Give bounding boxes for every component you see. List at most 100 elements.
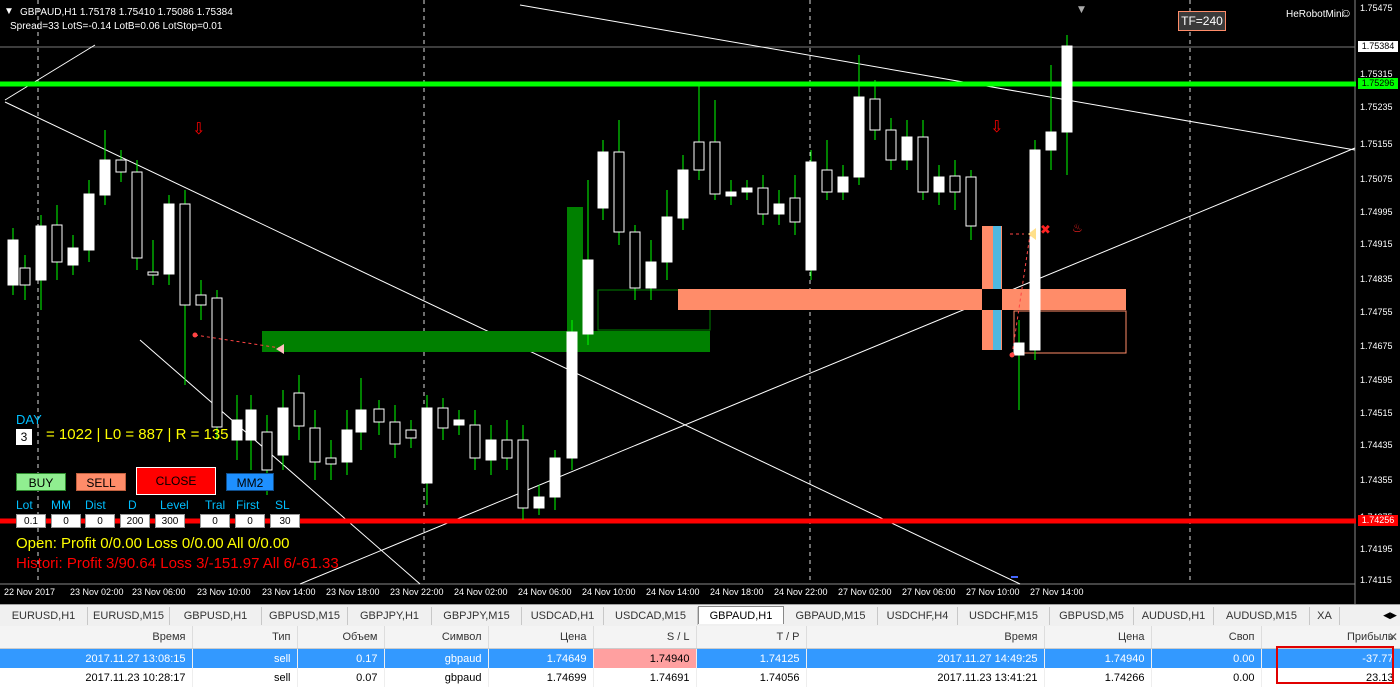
profit-highlight-box xyxy=(1276,646,1394,684)
param-label-first: First xyxy=(236,498,260,512)
column-header[interactable]: Цена xyxy=(488,626,594,649)
tab-usdchf-h4[interactable]: USDCHF,H4 xyxy=(878,607,958,625)
red-level-tag: 1.74256 xyxy=(1358,515,1398,526)
price-label: 1.74915 xyxy=(1360,239,1393,249)
param-input-dist[interactable]: 0 xyxy=(85,514,115,528)
close-x-icon: ✖ xyxy=(1040,223,1051,238)
time-label: 23 Nov 18:00 xyxy=(326,587,380,597)
tab-gbpjpy-h1[interactable]: GBPJPY,H1 xyxy=(348,607,432,625)
param-input-lot[interactable]: 0.1 xyxy=(16,514,46,528)
blue-marker xyxy=(993,226,1001,350)
current-price-tag: 1.75384 xyxy=(1358,41,1398,52)
param-label-sl: SL xyxy=(275,498,290,512)
tab-eurusd-m15[interactable]: EURUSD,M15 xyxy=(88,607,170,625)
tab-scroll-arrows-icon[interactable]: ◀▶ xyxy=(1380,606,1400,624)
tab-audusd-h1[interactable]: AUDUSD,H1 xyxy=(1134,607,1214,625)
price-label: 1.74595 xyxy=(1360,375,1393,385)
candle-body xyxy=(7,239,19,286)
param-input-first[interactable]: 0 xyxy=(235,514,265,528)
candle-body xyxy=(1061,45,1073,133)
tab-gbpaud-m15[interactable]: GBPAUD,M15 xyxy=(784,607,878,625)
candle-body xyxy=(965,176,977,227)
menu-arrow-icon[interactable]: ▼ xyxy=(4,6,14,17)
candle-body xyxy=(566,331,578,459)
column-header[interactable]: Цена xyxy=(1044,626,1152,649)
table-row[interactable]: 2017.11.27 13:08:15 sell 0.17 gbpaud 1.74649… xyxy=(0,648,1400,668)
column-header[interactable]: S / L xyxy=(593,626,697,649)
param-input-level[interactable]: 300 xyxy=(155,514,185,528)
price-label: 1.75475 xyxy=(1360,3,1393,13)
day-value-box[interactable]: 3 xyxy=(16,429,32,445)
time-label: 27 Nov 10:00 xyxy=(966,587,1020,597)
table-cell: sell xyxy=(192,648,298,668)
param-label-dist: Dist xyxy=(85,498,106,512)
candle-body xyxy=(885,129,897,161)
candle-body xyxy=(741,187,753,193)
column-header[interactable]: Символ xyxy=(384,626,489,649)
salmon-zone xyxy=(678,289,1126,310)
candle-body xyxy=(709,141,721,195)
column-header[interactable]: Тип xyxy=(192,626,298,649)
tab-gbpusd-h1[interactable]: GBPUSD,H1 xyxy=(170,607,262,625)
buy-button[interactable]: BUY xyxy=(16,473,66,491)
param-input-mm[interactable]: 0 xyxy=(51,514,81,528)
time-label: 24 Nov 10:00 xyxy=(582,587,636,597)
candle-body xyxy=(725,191,737,197)
price-label: 1.75155 xyxy=(1360,139,1393,149)
tab-eurusd-h1[interactable]: EURUSD,H1 xyxy=(0,607,88,625)
table-row[interactable]: 2017.11.23 10:28:17 sell 0.07 gbpaud 1.74699… xyxy=(0,668,1400,687)
column-header[interactable]: Объем xyxy=(297,626,385,649)
price-label: 1.74675 xyxy=(1360,341,1393,351)
column-header[interactable]: Время xyxy=(806,626,1045,649)
param-input-sl[interactable]: 30 xyxy=(270,514,300,528)
candle-body xyxy=(67,247,79,266)
column-header[interactable]: T / P xyxy=(696,626,807,649)
candle-body xyxy=(131,171,143,259)
spread-info: Spread=33 LotS=-0.14 LotB=0.06 LotStop=0… xyxy=(10,21,223,32)
open-stats: Open: Profit 0/0.00 Loss 0/0.00 All 0/0.… xyxy=(16,535,290,552)
candle-body xyxy=(277,407,289,456)
tab-gbpusd-m15[interactable]: GBPUSD,M15 xyxy=(262,607,348,625)
green-zone-vertical xyxy=(567,207,583,334)
tab-audusd-m15[interactable]: AUDUSD,M15 xyxy=(1214,607,1310,625)
column-header[interactable]: Время xyxy=(0,626,193,649)
price-label: 1.74435 xyxy=(1360,440,1393,450)
candle-body xyxy=(325,457,337,465)
tab-usdcad-m15[interactable]: USDCAD,M15 xyxy=(604,607,698,625)
tab-gbpaud-h1[interactable]: GBPAUD,H1 xyxy=(698,606,784,624)
price-label: 1.74995 xyxy=(1360,207,1393,217)
candle-body xyxy=(773,203,785,215)
range-text: = 1022 | L0 = 887 | R = 135 xyxy=(46,426,229,443)
close-button[interactable]: CLOSE xyxy=(136,467,216,495)
column-header[interactable]: Своп xyxy=(1151,626,1262,649)
timeframe-badge: TF=240 xyxy=(1178,11,1226,31)
candle-body xyxy=(245,409,257,441)
time-label: 27 Nov 14:00 xyxy=(1030,587,1084,597)
thumb-down-icon: ♨ xyxy=(1072,221,1083,235)
symbol-tab-bar: EURUSD,H1 EURUSD,M15 GBPUSD,H1 GBPUSD,M15 GB… xyxy=(0,604,1400,626)
time-label: 23 Nov 22:00 xyxy=(390,587,444,597)
tab-gbpjpy-m15[interactable]: GBPJPY,M15 xyxy=(432,607,522,625)
trendline xyxy=(4,44,96,101)
price-label: 1.74115 xyxy=(1360,575,1392,585)
tab-gbpusd-m5[interactable]: GBPUSD,M5 xyxy=(1050,607,1134,625)
candle-body xyxy=(837,176,849,193)
price-chart[interactable]: ⇩ ⇩ ✖ ♨ ▼ ▼ GBPAUD,H1 1.75178 1.75410 1.7508… xyxy=(0,0,1400,604)
tab-xa[interactable]: XA xyxy=(1310,607,1340,625)
tab-usdchf-m15[interactable]: USDCHF,M15 xyxy=(958,607,1050,625)
tab-usdcad-h1[interactable]: USDCAD,H1 xyxy=(522,607,604,625)
param-label-d: D xyxy=(128,498,137,512)
param-label-level: Level xyxy=(160,498,189,512)
param-input-tral[interactable]: 0 xyxy=(200,514,230,528)
candle-body xyxy=(757,187,769,215)
sell-button[interactable]: SELL xyxy=(76,473,126,491)
candle-body xyxy=(231,419,243,441)
table-cell: 0.00 xyxy=(1151,648,1262,668)
trendline xyxy=(519,4,1356,151)
trade-entry-dot xyxy=(192,332,198,338)
table-close-icon[interactable]: ✕ xyxy=(1388,630,1398,644)
mm2-button[interactable]: MM2 xyxy=(226,473,274,491)
param-input-d[interactable]: 200 xyxy=(120,514,150,528)
day-label: DAY xyxy=(16,412,42,427)
candle-body xyxy=(389,421,401,445)
